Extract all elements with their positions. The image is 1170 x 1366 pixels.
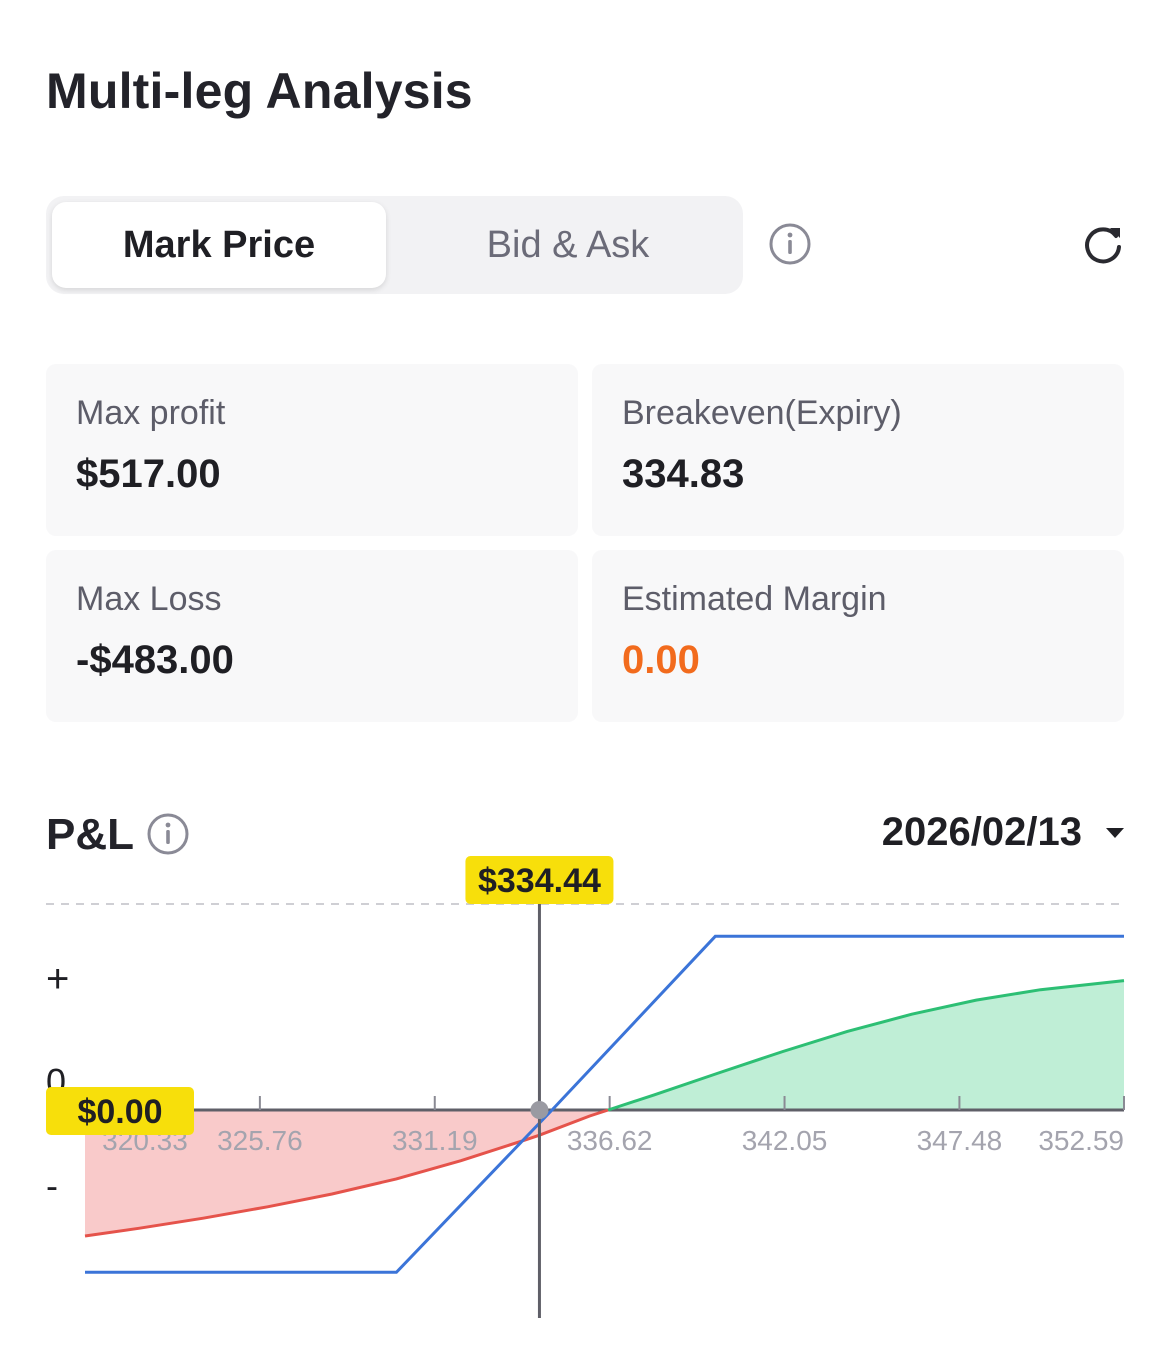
breakeven-value: 334.83 (622, 452, 745, 496)
x-tick-label-4: 342.05 (742, 1125, 828, 1156)
zero-value-badge-label: $0.00 (77, 1093, 162, 1131)
estimated-margin-label: Estimated Margin (622, 580, 887, 618)
x-tick-label-6: 352.59 (1038, 1125, 1124, 1156)
x-tick-label-1: 325.76 (217, 1125, 303, 1156)
current-price-badge-label: $334.44 (478, 862, 601, 900)
breakeven-card: Breakeven(Expiry) 334.83 (592, 364, 1124, 536)
max-loss-card: Max Loss -$483.00 (46, 550, 578, 722)
caret-down-icon (1106, 827, 1124, 838)
max-loss-value: -$483.00 (76, 638, 234, 682)
pnl-chart[interactable]: + 0 - 320.33 325.76 331.19 336.62 342.05 347.… (0, 850, 1170, 1350)
expiry-date-value: 2026/02/13 (881, 810, 1082, 854)
y-label-plus: + (46, 957, 69, 1001)
expiry-date-dropdown[interactable]: 2026/02/13 (882, 810, 1124, 855)
max-profit-label: Max profit (76, 394, 226, 432)
max-profit-value: $517.00 (76, 452, 221, 496)
y-label-minus: - (46, 1165, 58, 1206)
page-title: Multi-leg Analysis (46, 63, 473, 119)
refresh-icon[interactable] (1080, 222, 1126, 268)
profit-area (608, 980, 1124, 1110)
x-tick-label-3: 336.62 (567, 1125, 653, 1156)
mark-price-tab[interactable]: Mark Price (52, 202, 386, 288)
max-profit-card: Max profit $517.00 (46, 364, 578, 536)
estimated-margin-value: 0.00 (622, 638, 700, 682)
price-mode-segmented-control: Mark Price Bid & Ask (46, 196, 743, 294)
current-price-dot (530, 1101, 549, 1119)
info-icon[interactable] (768, 222, 812, 266)
x-tick-label-5: 347.48 (917, 1125, 1003, 1156)
max-loss-label: Max Loss (76, 580, 222, 618)
breakeven-label: Breakeven(Expiry) (622, 394, 902, 432)
x-tick-label-2: 331.19 (392, 1125, 478, 1156)
estimated-margin-card: Estimated Margin 0.00 (592, 550, 1124, 722)
bid-ask-tab[interactable]: Bid & Ask (398, 202, 738, 288)
